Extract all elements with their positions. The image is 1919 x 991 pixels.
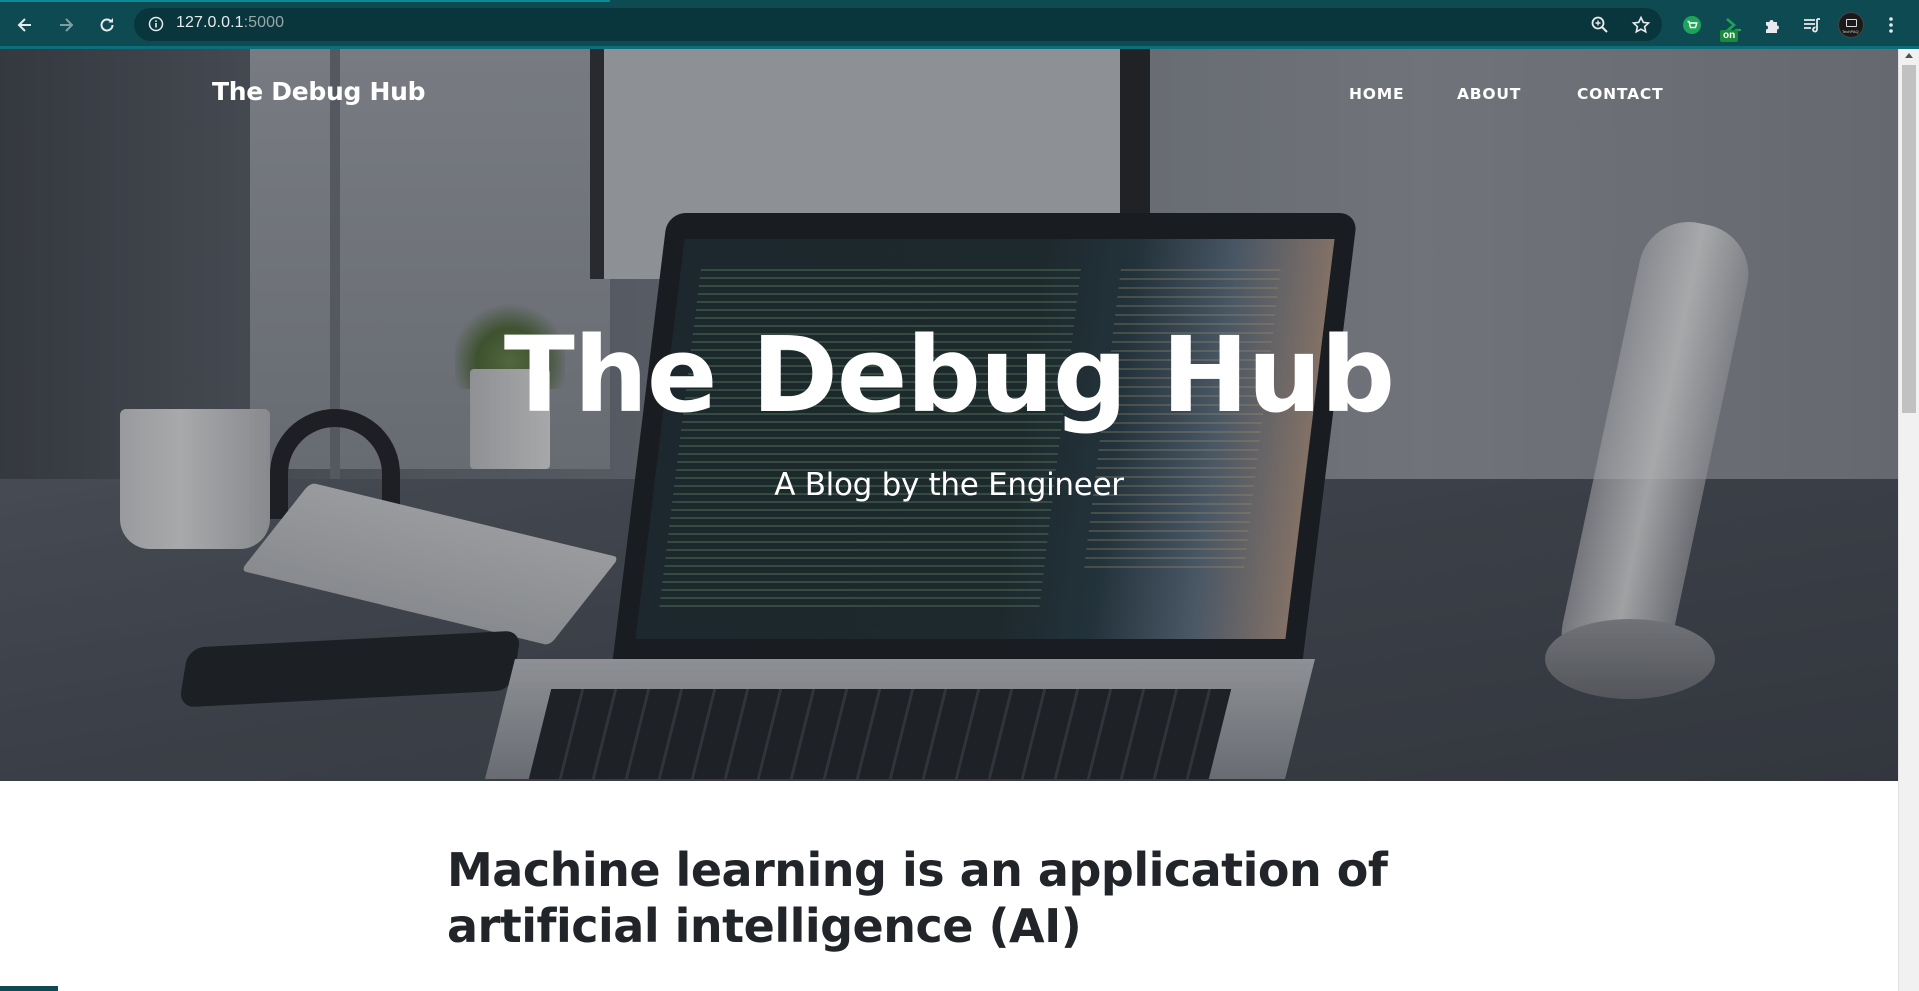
zoom-icon[interactable] — [1590, 15, 1610, 35]
url-port: :5000 — [243, 14, 285, 31]
hero-subtitle: A Blog by the Engineer — [774, 467, 1124, 503]
back-icon — [17, 18, 31, 32]
back-button[interactable] — [10, 10, 40, 40]
url-text[interactable]: 127.0.0.1:5000 — [176, 14, 284, 32]
nav-about-link[interactable]: ABOUT — [1457, 85, 1521, 103]
post-title[interactable]: Machine learning is an application of ar… — [447, 842, 1447, 954]
address-bar[interactable]: 127.0.0.1:5000 — [134, 8, 1662, 41]
reload-icon — [100, 18, 114, 32]
reload-button[interactable] — [92, 10, 122, 40]
scroll-thumb[interactable] — [1902, 65, 1916, 413]
profile-avatar[interactable]: TechPAQ — [1838, 12, 1864, 38]
cart-extension-icon — [1683, 16, 1701, 34]
hero-title: The Debug Hub — [503, 314, 1395, 436]
browser-menu-button[interactable] — [1878, 12, 1904, 38]
extensions-button[interactable] — [1759, 12, 1785, 38]
avatar-monitor-graphic — [1846, 19, 1857, 27]
tab-indicator — [0, 0, 610, 2]
page-scrollbar[interactable] — [1898, 49, 1919, 991]
avatar-text: TechPAQ — [1842, 29, 1859, 34]
masthead: The Debug Hub HOME ABOUT CONTACT The Deb… — [0, 49, 1898, 781]
site-info-icon[interactable] — [148, 16, 164, 32]
reading-list-button[interactable] — [1799, 12, 1825, 38]
forward-button[interactable] — [51, 10, 81, 40]
cart-extension-button[interactable] — [1679, 12, 1705, 38]
navbar-brand-link[interactable]: The Debug Hub — [212, 77, 426, 106]
forward-icon — [60, 18, 74, 32]
nav-home-link[interactable]: HOME — [1349, 85, 1404, 103]
puzzle-extensions-icon — [1766, 20, 1779, 33]
reading-list-icon — [1804, 18, 1820, 33]
extension-badge: on — [1720, 30, 1739, 42]
bookmark-star-icon[interactable] — [1631, 15, 1651, 35]
window-bottom-edge — [0, 986, 58, 991]
nav-contact-link[interactable]: CONTACT — [1577, 85, 1663, 103]
menu-kebab-icon — [1889, 17, 1893, 33]
browser-toolbar: 127.0.0.1:5000 on TechPAQ — [0, 0, 1919, 49]
page-viewport: The Debug Hub HOME ABOUT CONTACT The Deb… — [0, 49, 1898, 991]
scroll-up-arrow-icon[interactable] — [1905, 53, 1913, 58]
url-host: 127.0.0.1 — [176, 14, 244, 31]
